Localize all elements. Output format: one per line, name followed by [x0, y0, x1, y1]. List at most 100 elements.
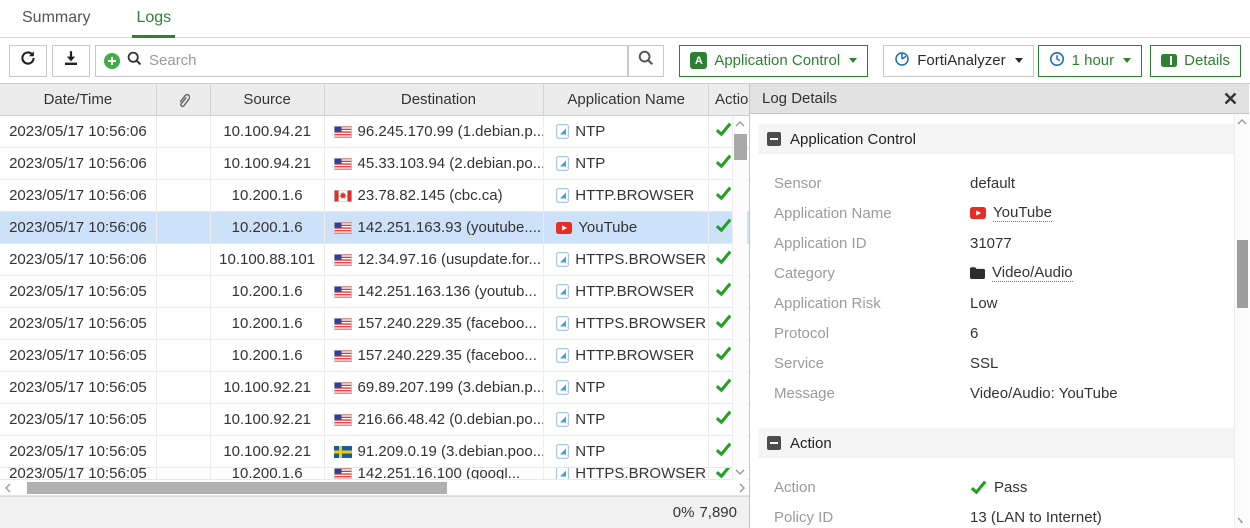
tab-logs[interactable]: Logs — [136, 0, 171, 38]
log-source-label: FortiAnalyzer — [917, 52, 1005, 69]
cell-attachment — [157, 308, 211, 339]
column-header-attachment[interactable] — [157, 84, 211, 115]
scroll-up-icon[interactable] — [1235, 114, 1250, 130]
table-row[interactable]: 2023/05/17 10:56:0610.100.88.10112.34.97… — [0, 244, 749, 276]
field-value-text[interactable]: YouTube — [993, 204, 1052, 222]
table-row[interactable]: 2023/05/17 10:56:0610.200.1.6142.251.163… — [0, 212, 749, 244]
table-horizontal-scrollbar[interactable] — [0, 480, 749, 496]
cell-destination: 45.33.103.94 (2.debian.po... — [325, 148, 545, 179]
pass-check-icon — [715, 212, 732, 243]
cell-datetime: 2023/05/17 10:56:06 — [0, 148, 157, 179]
column-header-datetime[interactable]: Date/Time — [0, 84, 157, 115]
details-toggle-button[interactable]: Details — [1150, 45, 1241, 77]
table-row[interactable]: 2023/05/17 10:56:0510.100.92.2169.89.207… — [0, 372, 749, 404]
column-header-application-name[interactable]: Application Name — [544, 84, 709, 115]
field-value: SSL — [970, 355, 998, 372]
table-row[interactable]: 2023/05/17 10:56:0510.200.1.6157.240.229… — [0, 308, 749, 340]
table-vertical-scrollbar[interactable] — [732, 116, 747, 480]
search-submit-button[interactable] — [628, 45, 664, 77]
time-range-dropdown[interactable]: 1 hour — [1038, 45, 1143, 77]
column-header-destination[interactable]: Destination — [325, 84, 545, 115]
pass-check-icon — [715, 276, 732, 307]
scroll-left-icon[interactable] — [0, 480, 15, 496]
cell-destination: 12.34.97.16 (usupdate.for... — [325, 244, 545, 275]
field-label: Category — [758, 265, 970, 282]
filter-link[interactable]: 10.100.94.21 — [223, 148, 311, 179]
cell-source: 10.100.92.21 — [211, 404, 325, 435]
scroll-right-icon[interactable] — [734, 480, 749, 496]
cell-application: HTTP.BROWSER — [544, 276, 709, 307]
field-value: default — [970, 175, 1015, 192]
field-value-text: 31077 — [970, 235, 1012, 252]
panel-scrollbar-thumb[interactable] — [1237, 240, 1248, 308]
log-table-pane: Date/Time Source Destination Application… — [0, 84, 750, 528]
cell-destination: 142.251.163.136 (youtub... — [325, 276, 545, 307]
cell-datetime: 2023/05/17 10:56:05 — [0, 468, 157, 479]
application-doc-icon — [556, 468, 569, 479]
application-doc-icon — [556, 348, 569, 363]
table-row[interactable]: 2023/05/17 10:56:0510.200.1.6142.251.16.… — [0, 468, 749, 480]
fortianalyzer-icon — [894, 51, 910, 71]
table-row[interactable]: 2023/05/17 10:56:0510.200.1.6157.240.229… — [0, 340, 749, 372]
cell-attachment — [157, 180, 211, 211]
table-row[interactable]: 2023/05/17 10:56:0510.100.92.21216.66.48… — [0, 404, 749, 436]
close-icon[interactable] — [1224, 92, 1237, 105]
detail-field-row: Application RiskLow — [758, 288, 1234, 318]
field-value-text[interactable]: Video/Audio — [992, 264, 1073, 282]
pass-check-icon — [715, 180, 732, 211]
cell-datetime: 2023/05/17 10:56:05 — [0, 436, 157, 467]
table-row[interactable]: 2023/05/17 10:56:0610.200.1.623.78.82.14… — [0, 180, 749, 212]
cell-application: NTP — [544, 404, 709, 435]
pass-check-icon — [715, 116, 732, 147]
column-header-action[interactable]: Action — [709, 84, 749, 115]
download-button[interactable] — [52, 45, 90, 77]
filter-link[interactable]: 142.251.163.93 (youtube.... — [358, 212, 541, 243]
detail-field-row: ServiceSSL — [758, 348, 1234, 378]
section-fields: SensordefaultApplication Name YouTube Appl… — [758, 154, 1234, 416]
search-submit-icon — [638, 50, 654, 71]
cell-source: 10.100.88.101 — [211, 244, 325, 275]
details-label: Details — [1184, 52, 1230, 69]
log-type-dropdown[interactable]: A Application Control — [679, 45, 868, 77]
refresh-button[interactable] — [9, 45, 47, 77]
time-range-label: 1 hour — [1072, 52, 1115, 69]
field-label: Sensor — [758, 175, 970, 192]
section-fields: ActionPassPolicy ID13 (LAN to Internet) — [758, 458, 1234, 528]
cell-destination: 216.66.48.42 (0.debian.po... — [325, 404, 545, 435]
tab-summary[interactable]: Summary — [22, 0, 90, 38]
table-scrollbar-thumb[interactable] — [734, 134, 747, 160]
scroll-down-icon[interactable] — [1235, 512, 1250, 528]
flag-us-icon — [334, 414, 352, 426]
field-label: Message — [758, 385, 970, 402]
application-doc-icon — [556, 444, 569, 459]
add-filter-icon[interactable] — [104, 53, 120, 69]
field-value: YouTube — [970, 204, 1052, 222]
table-row[interactable]: 2023/05/17 10:56:0610.100.94.2196.245.17… — [0, 116, 749, 148]
cell-application: NTP — [544, 372, 709, 403]
table-row[interactable]: 2023/05/17 10:56:0510.200.1.6142.251.163… — [0, 276, 749, 308]
filter-link[interactable]: 10.200.1.6 — [232, 212, 303, 243]
cell-destination: 69.89.207.199 (3.debian.p... — [325, 372, 545, 403]
detail-field-row: MessageVideo/Audio: YouTube — [758, 378, 1234, 408]
section-application-control[interactable]: Application Control — [758, 124, 1234, 154]
scroll-down-icon[interactable] — [733, 464, 748, 480]
cell-destination: 157.240.229.35 (faceboo... — [325, 340, 545, 371]
application-doc-icon — [556, 380, 569, 395]
search-input[interactable] — [149, 52, 619, 69]
flag-us-icon — [334, 350, 352, 362]
table-row[interactable]: 2023/05/17 10:56:0510.100.92.2191.209.0.… — [0, 436, 749, 468]
flag-us-icon — [334, 158, 352, 170]
table-hscrollbar-thumb[interactable] — [27, 482, 447, 494]
pass-check-icon — [715, 468, 732, 479]
column-header-source[interactable]: Source — [211, 84, 325, 115]
pass-check-icon — [715, 436, 732, 467]
panel-scrollbar[interactable] — [1234, 114, 1249, 528]
detail-field-row: Category Video/Audio — [758, 258, 1234, 288]
field-label: Application Name — [758, 205, 970, 222]
download-icon — [63, 50, 79, 71]
filter-link[interactable]: 45.33.103.94 (2.debian.po... — [358, 148, 545, 179]
table-row[interactable]: 2023/05/17 10:56:06 10.100.94.21 45.33.103… — [0, 148, 749, 180]
scroll-up-icon[interactable] — [733, 116, 748, 132]
section-action[interactable]: Action — [758, 428, 1234, 458]
log-source-dropdown[interactable]: FortiAnalyzer — [883, 45, 1033, 77]
